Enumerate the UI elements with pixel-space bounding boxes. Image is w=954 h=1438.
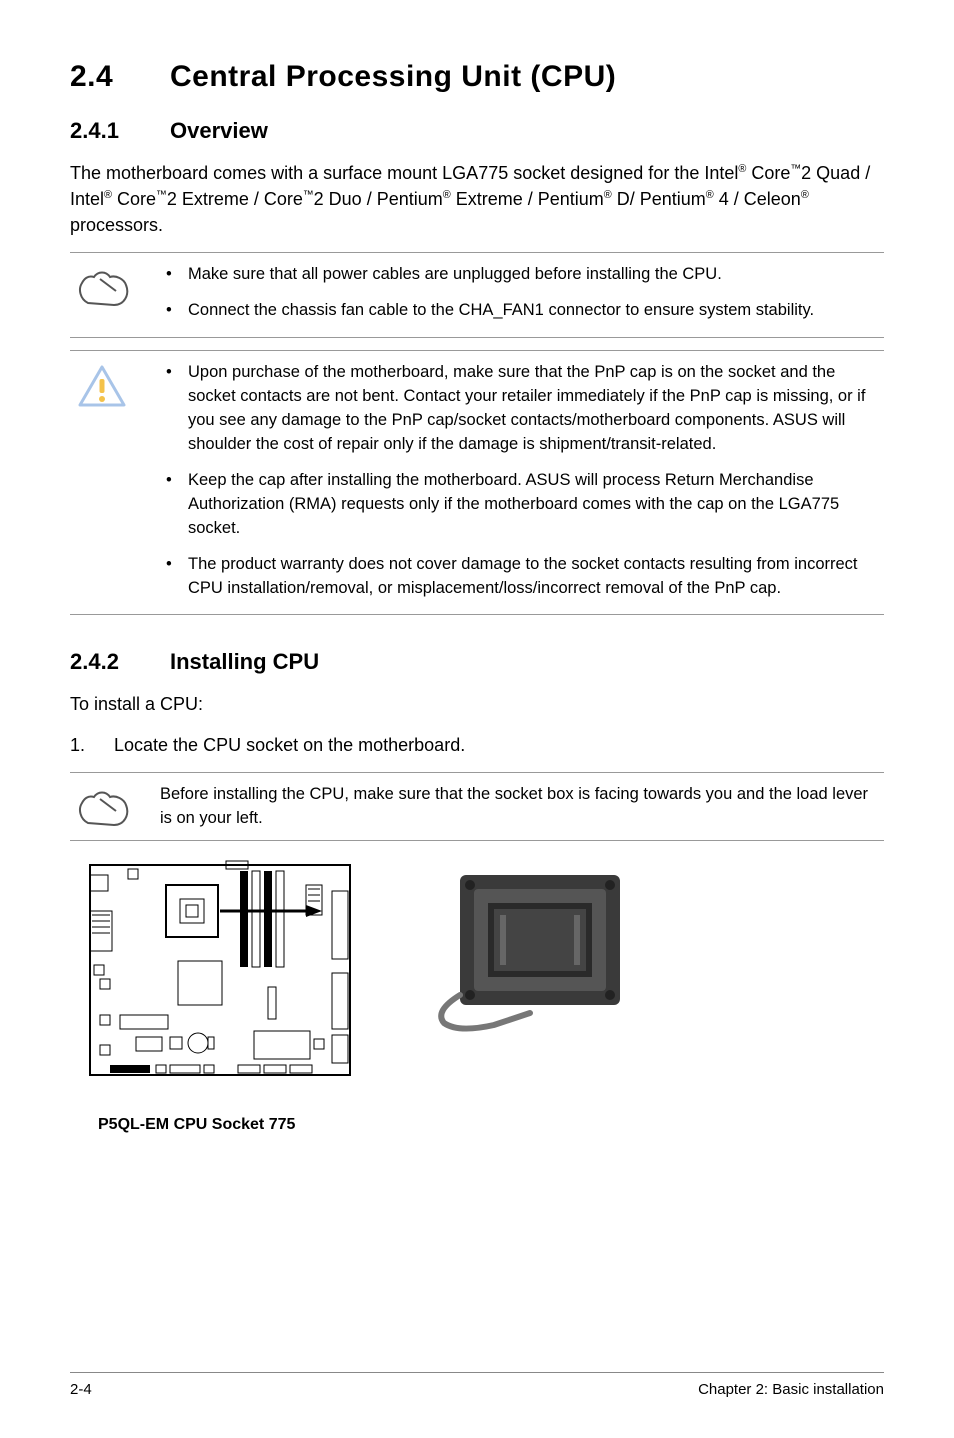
txt: The motherboard comes with a surface mou… <box>70 163 738 183</box>
page-footer: 2-4 Chapter 2: Basic installation <box>70 1372 884 1398</box>
list-item: Keep the cap after installing the mother… <box>160 469 884 541</box>
txt: D/ Pentium <box>612 189 706 209</box>
diagram-row: P5QL-EM CPU Socket 775 <box>70 855 884 1134</box>
reg: ® <box>706 189 714 201</box>
motherboard-diagram: P5QL-EM CPU Socket 775 <box>70 855 370 1134</box>
hand-note-icon <box>70 263 160 327</box>
reg: ® <box>443 189 451 201</box>
overview-intro: The motherboard comes with a surface mou… <box>70 160 884 238</box>
txt: 2 Extreme / Core <box>167 189 303 209</box>
list-item: Upon purchase of the motherboard, make s… <box>160 361 884 457</box>
note-block-warranty: Upon purchase of the motherboard, make s… <box>70 350 884 615</box>
step-text: Locate the CPU socket on the motherboard… <box>114 735 465 755</box>
warning-triangle-icon <box>70 361 160 604</box>
subsection-overview-heading: 2.4.1 Overview <box>70 118 884 144</box>
txt: processors. <box>70 215 163 235</box>
chapter-label: Chapter 2: Basic installation <box>698 1381 884 1398</box>
txt: 4 / Celeon <box>714 189 801 209</box>
note-block-orientation: Before installing the CPU, make sure tha… <box>70 772 884 842</box>
section-number: 2.4 <box>70 60 113 93</box>
socket-photo-illustration <box>430 855 650 1040</box>
tm: ™ <box>790 163 801 175</box>
list-item: Make sure that all power cables are unpl… <box>160 263 884 287</box>
txt: 2 Duo / Pentium <box>314 189 443 209</box>
note-text: Before installing the CPU, make sure tha… <box>160 783 884 831</box>
install-lead: To install a CPU: <box>70 691 884 717</box>
txt: Extreme / Pentium <box>451 189 604 209</box>
list-item: Connect the chassis fan cable to the CHA… <box>160 299 884 323</box>
reg: ® <box>604 189 612 201</box>
subsection-overview-number: 2.4.1 <box>70 118 119 143</box>
reg: ® <box>801 189 809 201</box>
page-number: 2-4 <box>70 1381 92 1398</box>
txt: Core <box>112 189 156 209</box>
note-block-power-cables: Make sure that all power cables are unpl… <box>70 252 884 338</box>
reg: ® <box>104 189 112 201</box>
install-step-1: 1.Locate the CPU socket on the motherboa… <box>70 732 884 758</box>
list-item: The product warranty does not cover dama… <box>160 553 884 601</box>
subsection-installing-heading: 2.4.2 Installing CPU <box>70 649 884 675</box>
step-number: 1. <box>70 732 114 758</box>
tm: ™ <box>303 189 314 201</box>
section-heading: 2.4 Central Processing Unit (CPU) <box>70 60 884 94</box>
subsection-installing-number: 2.4.2 <box>70 649 119 674</box>
txt: Core <box>746 163 790 183</box>
hand-note-icon <box>70 783 160 831</box>
subsection-overview-title: Overview <box>170 118 268 143</box>
diagram-caption: P5QL-EM CPU Socket 775 <box>98 1116 370 1134</box>
section-title-text: Central Processing Unit (CPU) <box>170 60 616 93</box>
subsection-installing-title: Installing CPU <box>170 649 319 674</box>
tm: ™ <box>156 189 167 201</box>
